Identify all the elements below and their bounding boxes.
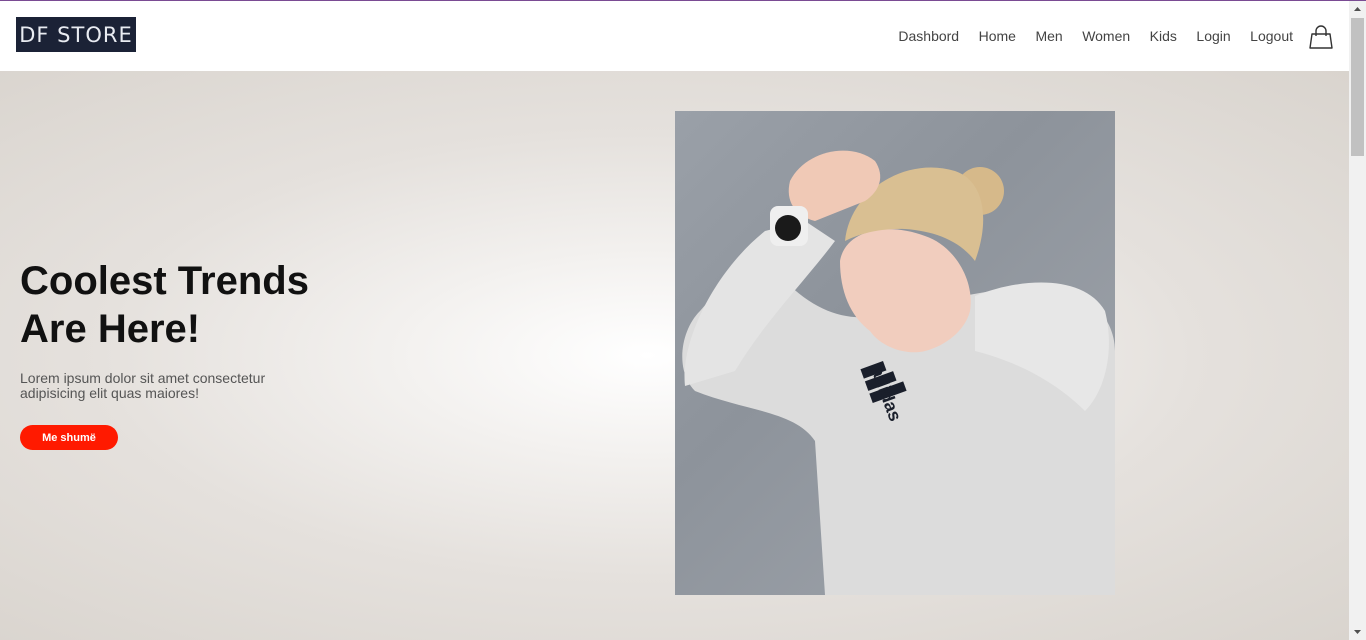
shopping-bag-icon[interactable] — [1309, 25, 1333, 49]
scroll-down-arrow-icon[interactable] — [1349, 623, 1366, 640]
hero-headline-line1: Coolest Trends — [20, 259, 309, 303]
model-photo-illustration: adidas — [682, 150, 1115, 595]
hero-headline: Coolest Trends Are Here! — [20, 257, 340, 353]
store-logo[interactable]: DF STORE — [16, 17, 136, 52]
hero-model-image: adidas — [675, 111, 1115, 595]
nav-link-home[interactable]: Home — [979, 27, 1016, 45]
nav-link-kids[interactable]: Kids — [1150, 27, 1177, 45]
navbar: DF STORE Dashbord Home Men Women Kids Lo… — [0, 1, 1349, 71]
scroll-thumb[interactable] — [1351, 18, 1364, 156]
hero-headline-line2: Are Here! — [20, 307, 201, 351]
hero-section: Coolest Trends Are Here! Lorem ipsum dol… — [0, 71, 1349, 640]
hero-description: Lorem ipsum dolor sit amet consectetur a… — [20, 370, 266, 401]
logo-text: DF STORE — [19, 22, 133, 47]
nav-link-logout[interactable]: Logout — [1250, 27, 1293, 45]
nav-link-dashbord[interactable]: Dashbord — [898, 27, 959, 45]
nav-link-login[interactable]: Login — [1196, 27, 1230, 45]
shop-more-button[interactable]: Me shumë — [20, 425, 118, 450]
nav-link-women[interactable]: Women — [1082, 27, 1130, 45]
page-scrollbar[interactable] — [1349, 1, 1366, 640]
main-nav: Dashbord Home Men Women Kids Login Logou… — [879, 27, 1293, 45]
nav-link-men[interactable]: Men — [1035, 27, 1062, 45]
scroll-up-arrow-icon[interactable] — [1349, 1, 1366, 18]
